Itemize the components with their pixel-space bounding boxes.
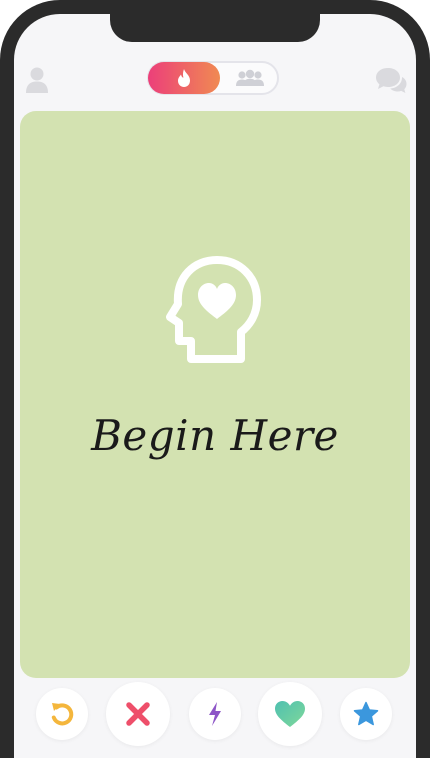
lightning-icon (209, 702, 221, 726)
user-icon (26, 67, 48, 93)
head-with-heart-icon (166, 256, 261, 363)
profile-card[interactable]: Begin Here (20, 111, 410, 678)
boost-button[interactable] (189, 688, 241, 740)
super-like-button[interactable] (340, 688, 392, 740)
card-title: Begin Here (91, 411, 339, 460)
phone-notch (110, 14, 320, 42)
messages-button[interactable] (374, 64, 408, 96)
like-button[interactable] (258, 682, 322, 746)
app-screen: Begin Here (14, 14, 416, 758)
heart-icon (275, 701, 305, 727)
rewind-button[interactable] (36, 688, 88, 740)
nope-button[interactable] (106, 682, 170, 746)
mode-toggle[interactable] (147, 61, 279, 95)
flame-icon (178, 69, 190, 87)
chat-bubbles-icon (376, 68, 407, 93)
tab-discover[interactable] (148, 62, 220, 94)
rewind-icon (51, 703, 74, 726)
phone-frame: Begin Here (0, 0, 430, 758)
profile-button[interactable] (22, 64, 52, 96)
top-bar (14, 60, 416, 100)
group-icon (236, 69, 264, 86)
action-bar (14, 682, 416, 758)
tab-groups[interactable] (223, 63, 277, 93)
star-icon (353, 701, 379, 726)
close-icon (126, 702, 150, 726)
